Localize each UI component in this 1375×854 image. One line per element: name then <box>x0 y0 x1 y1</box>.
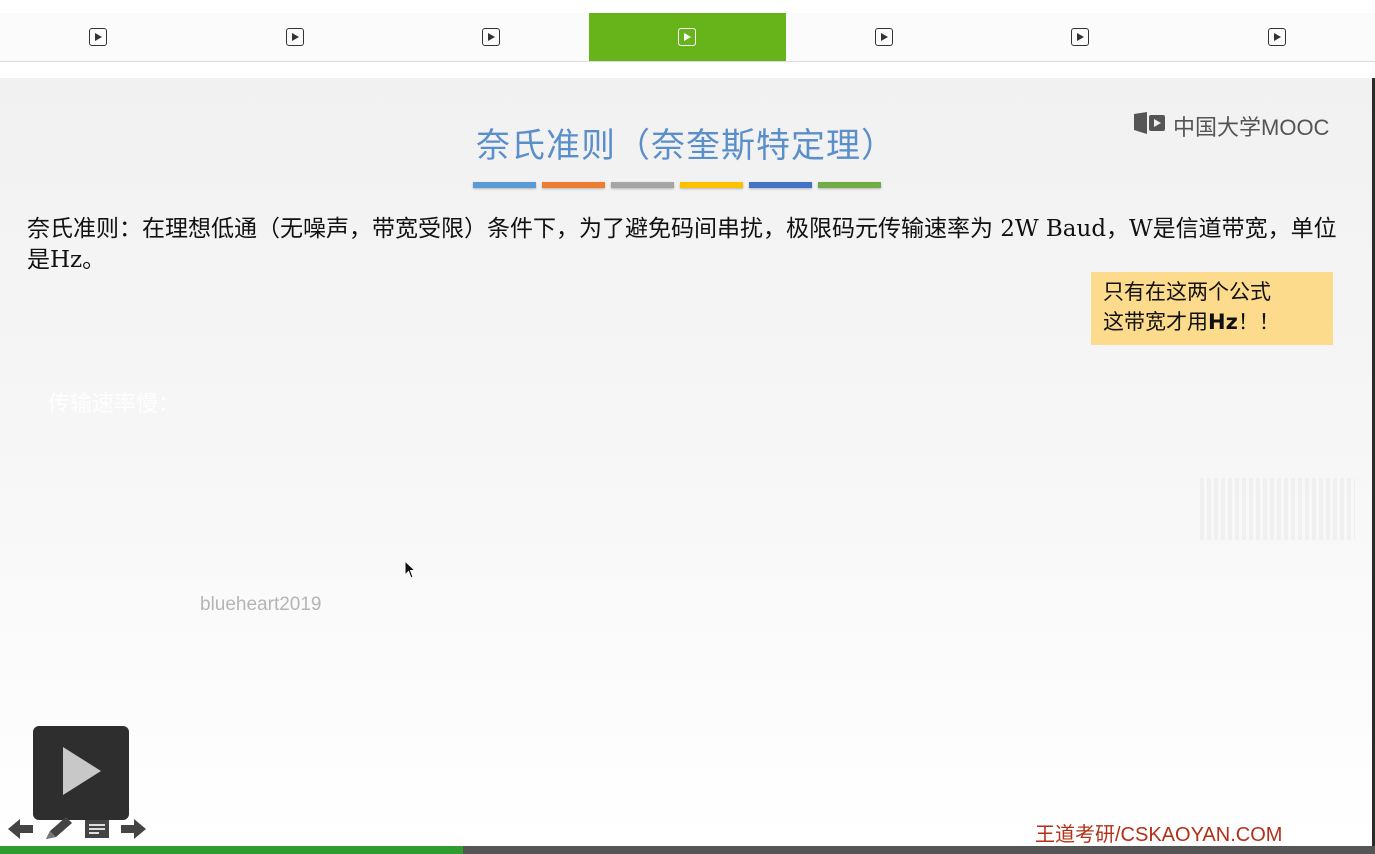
note-line-1: 只有在这两个公式 <box>1103 280 1271 304</box>
chapter-tab-3[interactable] <box>393 13 589 61</box>
chapter-tab-1[interactable] <box>0 13 196 61</box>
chapter-tab-2[interactable] <box>196 13 392 61</box>
hz-note-box: 只有在这两个公式 这带宽才用Hz！！ <box>1091 272 1333 345</box>
pen-icon[interactable] <box>44 817 74 841</box>
slide-title: 奈氏准则（奈奎斯特定理） <box>476 126 896 166</box>
play-icon <box>1071 28 1090 46</box>
title-bar <box>818 182 881 188</box>
play-icon <box>874 28 893 46</box>
chapter-tab-6[interactable] <box>982 13 1178 61</box>
note-line-2-prefix: 这带宽才用 <box>1103 310 1208 334</box>
chapter-tab-4-active[interactable] <box>589 13 786 61</box>
note-line-2: 这带宽才用Hz！！ <box>1103 307 1321 337</box>
faded-signal-graphic <box>1200 478 1355 540</box>
faded-heading-text: 传输速率慢： <box>48 392 181 417</box>
play-icon <box>285 28 304 46</box>
title-bar <box>473 182 536 188</box>
title-color-bars <box>473 182 881 188</box>
footer-credit: 王道考研/CSKAOYAN.COM <box>1035 824 1283 846</box>
chapter-tab-bar <box>0 13 1375 62</box>
video-progress-bar[interactable] <box>0 846 1375 854</box>
note-line-2-suffix: ！！ <box>1237 310 1280 334</box>
uploader-watermark: blueheart2019 <box>200 594 322 615</box>
play-icon <box>59 745 103 801</box>
video-progress-fill <box>0 846 464 854</box>
nyquist-definition-text: 奈氏准则：在理想低通（无噪声，带宽受限）条件下，为了避免码间串扰，极限码元传输速… <box>27 216 1337 273</box>
notes-icon[interactable] <box>84 818 110 840</box>
play-icon <box>678 28 697 46</box>
slide-controls <box>8 816 146 842</box>
lecture-slide: 中国大学MOOC 奈氏准则（奈奎斯特定理） 奈氏准则：在理想低通（无噪声，带宽受… <box>0 78 1375 846</box>
title-bar <box>749 182 812 188</box>
video-play-button[interactable] <box>33 726 129 820</box>
next-arrow-icon[interactable] <box>120 818 146 840</box>
play-icon <box>89 28 108 46</box>
title-bar <box>611 182 674 188</box>
chapter-tab-7[interactable] <box>1179 13 1375 61</box>
title-bar <box>680 182 743 188</box>
previous-arrow-icon[interactable] <box>8 818 34 840</box>
play-icon <box>482 28 501 46</box>
play-icon <box>1267 28 1286 46</box>
mouse-cursor-icon <box>404 559 418 584</box>
note-line-2-bold: Hz <box>1208 310 1238 334</box>
chapter-tab-5[interactable] <box>786 13 982 61</box>
title-bar <box>542 182 605 188</box>
